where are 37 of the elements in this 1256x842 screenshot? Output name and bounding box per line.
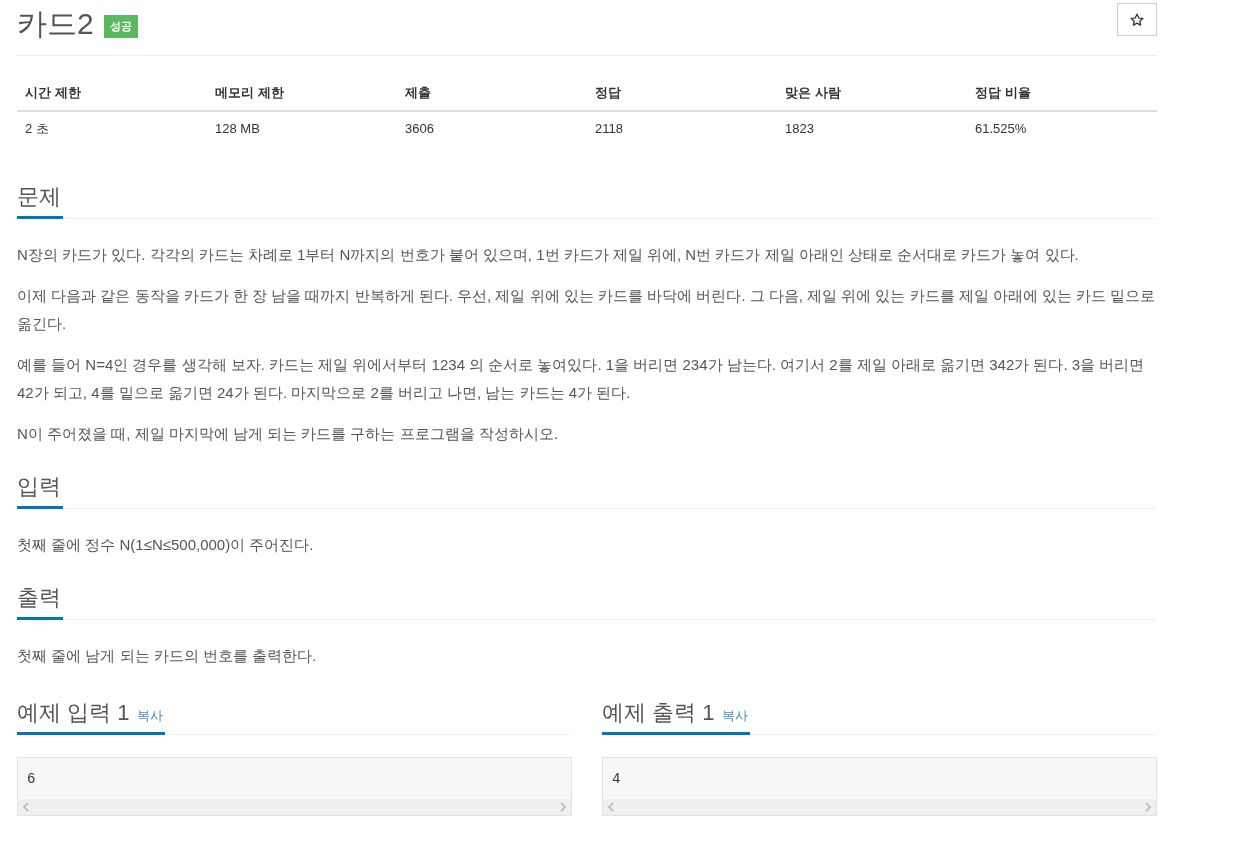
paragraph: 예를 들어 N=4인 경우를 생각해 보자. 카드는 제일 위에서부터 1234 의 순서로 놓여있다. 1을 버리면 234가 남는다. 여기서 2를 제일 아래로 옮기면 342가 된다. 3을 버리면 42가 되고, 4를 밑으로 옮기면 24가 된다. 마지막으로 2를 버리고 나면, 남는 카드는 4가 된다. <box>17 355 1146 403</box>
paragraph: N장의 카드가 있다. 각각의 카드는 차례로 1부터 N까지의 번호가 붙어 있으며, 1번 카드가 제일 위에, N번 카드가 제일 아래인 상태로 순서대로 카드가 놓여 있다. <box>17 245 1080 265</box>
table-cell: 2118 <box>587 111 777 146</box>
paragraph: 이제 다음과 같은 동작을 카드가 한 장 남을 때까지 반복하게 된다. 우선, 제일 위에 있는 카드를 바닥에 버린다. 그 다음, 제일 위에 있는 카드를 제일 아래에 있는 카드 밑으로 옮긴다. <box>17 286 1157 334</box>
section-heading: 입력 <box>17 474 63 509</box>
column-header: 정답 <box>587 76 777 111</box>
star-icon <box>1130 12 1144 27</box>
star-button[interactable] <box>1117 3 1157 36</box>
chevron-left-icon <box>607 802 615 812</box>
table-cell: 128 MB <box>207 111 397 146</box>
paragraph: 첫째 줄에 남게 되는 카드의 번호를 출력한다. <box>17 646 318 666</box>
paragraph: 첫째 줄에 정수 N(1≤N≤500,000)이 주어진다. <box>17 535 315 555</box>
column-header: 맞은 사람 <box>777 76 967 111</box>
table-cell: 1823 <box>777 111 967 146</box>
chevron-right-icon <box>1144 802 1152 812</box>
sample-heading: 예제 입력 1 <box>17 700 130 726</box>
chevron-right-icon <box>559 802 567 812</box>
copy-link[interactable]: 복사 <box>722 706 751 726</box>
problem-title: 카드2 <box>17 6 94 42</box>
chevron-left-icon <box>22 802 30 812</box>
column-header: 정답 비율 <box>967 76 1157 111</box>
status-badge: 성공 <box>103 14 138 38</box>
copy-link[interactable]: 복사 <box>137 706 166 726</box>
sample-text: 6 <box>26 770 37 789</box>
column-header: 시간 제한 <box>17 76 207 111</box>
section-heading: 출력 <box>17 585 63 620</box>
table-cell: 61.525% <box>967 111 1157 146</box>
column-header: 메모리 제한 <box>207 76 397 111</box>
section-heading: 문제 <box>17 184 63 219</box>
sample-heading: 예제 출력 1 <box>602 700 715 726</box>
column-header: 제출 <box>397 76 587 111</box>
table-cell: 3606 <box>397 111 587 146</box>
table-cell: 2 초 <box>17 111 207 146</box>
sample-text: 4 <box>611 770 622 789</box>
paragraph: N이 주어졌을 때, 제일 마지막에 남게 되는 카드를 구하는 프로그램을 작성하시오. <box>17 424 559 444</box>
horizontal-scrollbar[interactable] <box>603 798 1156 815</box>
horizontal-scrollbar[interactable] <box>18 798 571 815</box>
